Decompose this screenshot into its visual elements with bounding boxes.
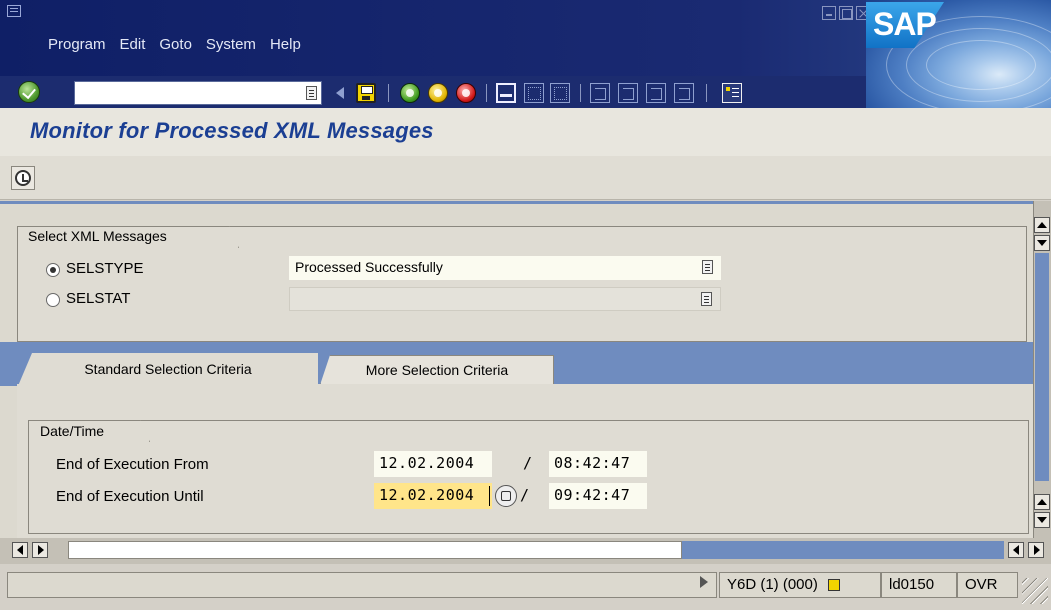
arrow-left-icon bbox=[17, 545, 23, 555]
status-expand-icon[interactable] bbox=[700, 576, 708, 588]
selstype-field[interactable]: Processed Successfully bbox=[289, 256, 721, 280]
scroll-up-button[interactable] bbox=[1034, 217, 1050, 233]
radio-label-selstype: SELSTYPE bbox=[66, 260, 144, 277]
last-page-icon[interactable] bbox=[674, 83, 694, 103]
time-until-field[interactable]: 09:42:47 bbox=[549, 483, 647, 509]
menu-system[interactable]: System bbox=[206, 36, 256, 53]
menu-goto[interactable]: Goto bbox=[159, 36, 192, 53]
horizontal-scroll-track[interactable] bbox=[682, 541, 1004, 559]
tab-standard-selection[interactable]: Standard Selection Criteria bbox=[18, 353, 318, 386]
command-field[interactable] bbox=[74, 81, 322, 105]
scroll-up-button-bottom[interactable] bbox=[1034, 494, 1050, 510]
status-message-area bbox=[7, 572, 717, 598]
execute-button[interactable] bbox=[11, 166, 35, 190]
resize-grip-icon[interactable] bbox=[1022, 578, 1048, 604]
sap-logo-text: SAP bbox=[873, 6, 937, 42]
application-toolbar bbox=[0, 156, 1051, 200]
arrow-right-icon bbox=[1034, 545, 1040, 555]
status-mode[interactable]: OVR bbox=[957, 572, 1018, 598]
label-end-from: End of Execution From bbox=[56, 456, 209, 473]
menu-program[interactable]: Program bbox=[48, 36, 106, 53]
back-green-icon[interactable] bbox=[400, 83, 420, 103]
datetime-group bbox=[28, 420, 1029, 534]
minimize-icon[interactable] bbox=[822, 6, 836, 20]
radio-selstat[interactable] bbox=[46, 293, 60, 307]
text-cursor bbox=[489, 486, 490, 506]
toolbar-separator bbox=[486, 84, 487, 102]
scroll-right-button[interactable] bbox=[32, 542, 48, 558]
menu-edit[interactable]: Edit bbox=[120, 36, 146, 53]
status-server: ld0150 bbox=[881, 572, 957, 598]
back-icon[interactable] bbox=[336, 87, 344, 99]
horizontal-scroll-thumb[interactable] bbox=[68, 541, 682, 559]
date-from-field[interactable]: 12.02.2004 bbox=[374, 451, 492, 477]
next-page-icon[interactable] bbox=[646, 83, 666, 103]
scroll-right-button-right[interactable] bbox=[1028, 542, 1044, 558]
toolbar-separator bbox=[580, 84, 581, 102]
selstat-field[interactable] bbox=[289, 287, 721, 311]
date-until-field[interactable]: 12.02.2004 bbox=[374, 483, 492, 509]
label-end-until: End of Execution Until bbox=[56, 488, 204, 505]
scroll-down-button[interactable] bbox=[1034, 235, 1050, 251]
exit-icon[interactable] bbox=[428, 83, 448, 103]
arrow-up-icon bbox=[1037, 499, 1047, 505]
execute-icon bbox=[15, 170, 31, 186]
window-controls bbox=[822, 6, 870, 20]
prev-page-icon[interactable] bbox=[618, 83, 638, 103]
toolbar-separator bbox=[706, 84, 707, 102]
find-icon[interactable] bbox=[524, 83, 544, 103]
radio-label-selstat: SELSTAT bbox=[66, 290, 131, 307]
dropdown-icon[interactable] bbox=[702, 260, 713, 274]
system-menu-icon[interactable] bbox=[7, 5, 21, 17]
tab-more-selection[interactable]: More Selection Criteria bbox=[320, 355, 554, 385]
history-icon[interactable] bbox=[306, 86, 317, 100]
calendar-help-icon[interactable] bbox=[495, 485, 517, 507]
system-info-icon[interactable] bbox=[828, 579, 841, 592]
scroll-left-button-right[interactable] bbox=[1008, 542, 1024, 558]
print-icon[interactable] bbox=[496, 83, 516, 103]
check-icon[interactable] bbox=[18, 81, 40, 103]
layout-menu-icon[interactable] bbox=[722, 83, 742, 103]
toolbar-separator bbox=[388, 84, 389, 102]
arrow-down-icon bbox=[1037, 240, 1047, 246]
group-label-datetime: Date/Time bbox=[40, 423, 105, 439]
date-time-separator: / bbox=[523, 454, 533, 472]
dropdown-icon[interactable] bbox=[701, 292, 712, 306]
vertical-scroll-track[interactable] bbox=[1035, 253, 1049, 481]
menu-help[interactable]: Help bbox=[270, 36, 301, 53]
arrow-down-icon bbox=[1037, 517, 1047, 523]
save-icon[interactable] bbox=[356, 83, 376, 103]
arrow-left-icon bbox=[1013, 545, 1019, 555]
arrow-right-icon bbox=[38, 545, 44, 555]
page-title: Monitor for Processed XML Messages bbox=[30, 118, 434, 143]
radio-selstype[interactable] bbox=[46, 263, 60, 277]
main-top-band bbox=[0, 201, 1033, 204]
date-time-separator: / bbox=[520, 486, 530, 504]
scroll-left-button[interactable] bbox=[12, 542, 28, 558]
cancel-icon[interactable] bbox=[456, 83, 476, 103]
time-from-field[interactable]: 08:42:47 bbox=[549, 451, 647, 477]
status-system[interactable]: Y6D (1) (000) bbox=[719, 572, 881, 598]
scroll-down-button-bottom[interactable] bbox=[1034, 512, 1050, 528]
arrow-up-icon bbox=[1037, 222, 1047, 228]
menu-bar: Program Edit Goto System Help bbox=[48, 36, 315, 53]
maximize-icon[interactable] bbox=[839, 6, 853, 20]
first-page-icon[interactable] bbox=[590, 83, 610, 103]
find-next-icon[interactable] bbox=[550, 83, 570, 103]
group-label-select: Select XML Messages bbox=[28, 228, 167, 244]
